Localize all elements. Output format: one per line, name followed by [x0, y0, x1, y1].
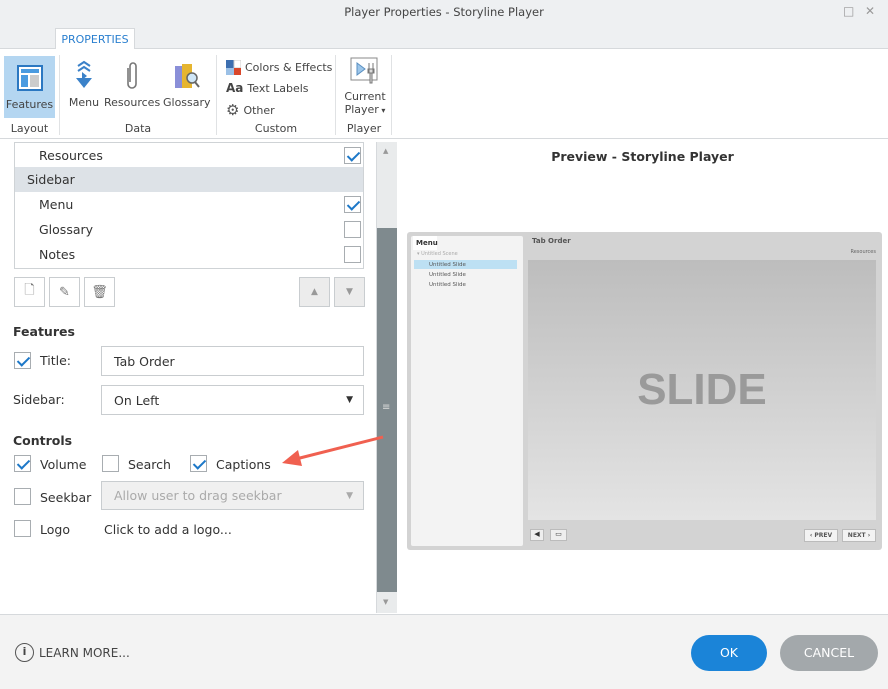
splitter-scrollbar[interactable]: ▲ ▼ ≡ — [376, 142, 397, 613]
trash-icon: 🗑 — [91, 284, 108, 300]
seekbar-checkbox[interactable] — [14, 488, 31, 505]
other-button[interactable]: ⚙ Other — [226, 101, 275, 119]
title-checkbox[interactable] — [14, 352, 31, 369]
paperclip-icon — [127, 62, 137, 89]
chevron-down-icon: ▼ — [346, 395, 353, 405]
list-item[interactable]: Glossary — [15, 217, 363, 242]
layout-icon — [16, 65, 43, 91]
list-item[interactable]: Notes — [15, 242, 363, 267]
edit-tab-button[interactable]: ✎ — [49, 277, 80, 307]
scroll-down-icon[interactable]: ▼ — [383, 598, 388, 606]
maximize-button[interactable]: □ — [843, 4, 854, 18]
arrow-up-icon: ▲ — [311, 287, 318, 297]
title-bar: Player Properties - Storyline Player — [0, 0, 888, 25]
delete-tab-button[interactable]: 🗑 — [84, 277, 115, 307]
menu-icon — [76, 60, 92, 88]
chevron-down-icon: ▼ — [346, 490, 353, 501]
list-item[interactable]: Resources — [15, 143, 363, 168]
preview-resources: Resources — [850, 249, 876, 255]
preview-scene: ▾ Untitled Scene — [417, 251, 458, 257]
list-item[interactable]: Menu — [15, 192, 363, 217]
text-labels-button[interactable]: Aa Text Labels — [226, 81, 309, 95]
menu-checkbox[interactable] — [344, 196, 361, 213]
glossary-icon — [175, 64, 200, 88]
group-label-layout: Layout — [10, 122, 49, 135]
learn-more-link[interactable]: i LEARN MORE... — [15, 643, 130, 662]
new-tab-button[interactable]: 🗋 — [14, 277, 45, 307]
title-input[interactable]: Tab Order — [101, 346, 364, 376]
annotation-arrow — [282, 435, 384, 466]
resources-checkbox[interactable] — [344, 147, 361, 164]
cancel-button[interactable]: CANCEL — [780, 635, 878, 671]
seekbar-label: Seekbar — [40, 490, 92, 505]
tabs-list[interactable]: Resources Sidebar Menu Glossary Notes — [14, 142, 364, 269]
player-preview: Menu ▾ Untitled Scene Untitled Slide Unti… — [407, 232, 882, 550]
add-logo-link[interactable]: Click to add a logo... — [104, 522, 232, 537]
search-label: Search — [128, 457, 171, 472]
captions-checkbox[interactable] — [190, 455, 207, 472]
seekbar-select[interactable]: Allow user to drag seekbar ▼ — [101, 481, 364, 510]
colors-effects-button[interactable]: Colors & Effects — [226, 60, 332, 75]
info-icon: i — [15, 643, 34, 662]
preview-next-button: NEXT › — [842, 529, 876, 542]
preview-menu-tab: Menu — [413, 236, 438, 250]
preview-slide-list: Untitled Slide Untitled Slide Untitled Sli… — [429, 262, 466, 288]
edit-icon: ✎ — [59, 284, 70, 300]
new-document-icon: 🗋 — [24, 283, 35, 298]
gear-icon: ⚙ — [226, 101, 240, 119]
menu-button[interactable]: Menu — [66, 60, 102, 109]
preview-sidebar — [411, 236, 523, 546]
features-button[interactable]: Features — [4, 56, 55, 118]
search-checkbox[interactable] — [102, 455, 119, 472]
tab-properties[interactable]: PROPERTIES — [55, 28, 135, 50]
list-group-header[interactable]: Sidebar — [15, 167, 363, 192]
group-label-data: Data — [124, 122, 152, 135]
group-label-custom: Custom — [254, 122, 298, 135]
current-player-button[interactable]: Current Player ▾ — [340, 55, 390, 117]
close-button[interactable]: ✕ — [865, 4, 875, 18]
ok-button[interactable]: OK — [691, 635, 767, 671]
glossary-button[interactable]: Glossary — [163, 60, 211, 109]
group-label-player: Player — [346, 122, 382, 135]
grip-icon: ≡ — [382, 402, 391, 413]
move-up-button[interactable]: ▲ — [299, 277, 330, 307]
volume-icon: ◀ — [530, 529, 544, 541]
logo-checkbox[interactable] — [14, 520, 31, 537]
scroll-up-icon[interactable]: ▲ — [383, 147, 388, 155]
text-labels-icon: Aa — [226, 81, 244, 95]
volume-label: Volume — [40, 457, 87, 472]
sidebar-select[interactable]: On Left ▼ — [101, 385, 364, 415]
features-heading: Features — [13, 324, 75, 339]
preview-player-title: Tab Order — [532, 237, 571, 245]
sidebar-label: Sidebar: — [13, 392, 65, 407]
resources-button[interactable]: Resources — [104, 60, 160, 109]
title-label: Title: — [40, 353, 71, 368]
preview-title: Preview - Storyline Player — [551, 149, 734, 164]
logo-label: Logo — [40, 522, 70, 537]
captions-label: Captions — [216, 457, 271, 472]
colors-icon — [226, 60, 241, 75]
move-down-button[interactable]: ▼ — [334, 277, 365, 307]
captions-icon: ▭ — [550, 529, 567, 541]
window-title: Player Properties - Storyline Player — [344, 5, 544, 19]
notes-checkbox[interactable] — [344, 246, 361, 263]
preview-prev-button: ‹ PREV — [804, 529, 838, 542]
volume-checkbox[interactable] — [14, 455, 31, 472]
glossary-checkbox[interactable] — [344, 221, 361, 238]
arrow-down-icon: ▼ — [346, 287, 353, 297]
controls-heading: Controls — [13, 433, 73, 448]
preview-slide: SLIDE — [528, 260, 876, 520]
player-icon — [350, 57, 378, 84]
